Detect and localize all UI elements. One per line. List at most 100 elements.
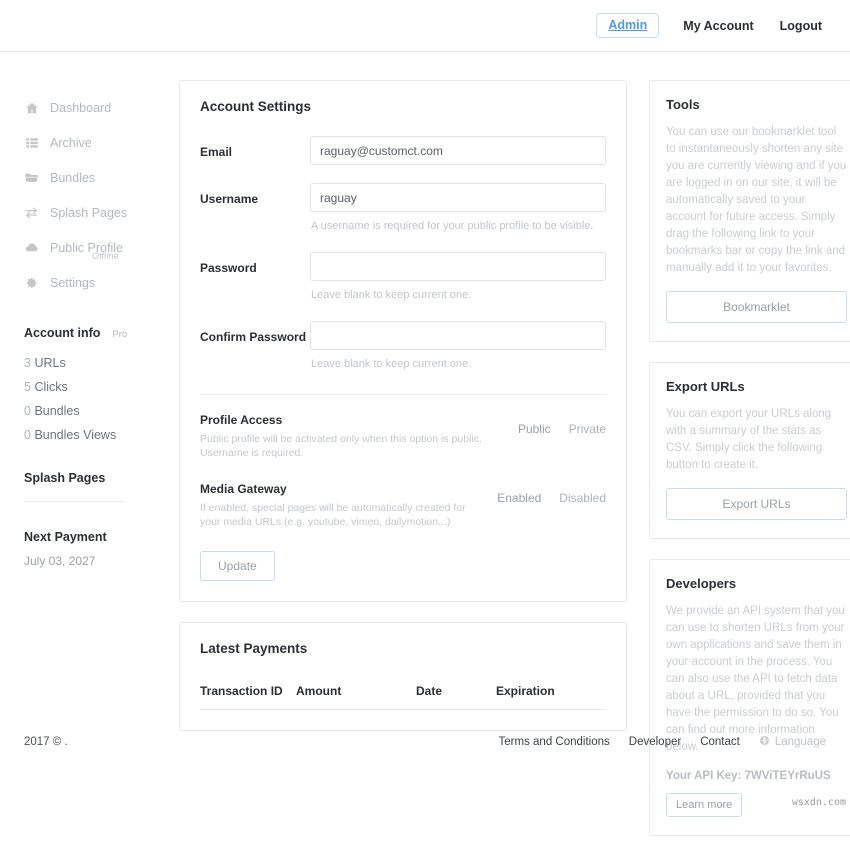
- left-sidebar: Dashboard Archive Bundles Splash Pages P: [24, 80, 154, 568]
- stat-bundles: 0 Bundles: [24, 399, 154, 423]
- sidebar-item-dashboard[interactable]: Dashboard: [24, 90, 154, 125]
- page-title: Account Settings: [200, 99, 312, 114]
- pro-badge: Pro: [112, 329, 128, 340]
- column-transaction-id: Transaction ID: [200, 678, 296, 710]
- admin-button[interactable]: Admin: [596, 12, 660, 39]
- export-urls-button[interactable]: Export URLs: [666, 488, 847, 520]
- tools-card: Tools You can use our bookmarklet tool t…: [649, 80, 850, 342]
- language-label: Language: [774, 736, 826, 748]
- folder-icon: [24, 170, 39, 185]
- stat-value: 5: [24, 380, 31, 394]
- table-header-row: Transaction ID Amount Date Expiration: [200, 678, 606, 710]
- my-account-link[interactable]: My Account: [681, 14, 755, 38]
- list-icon: [24, 135, 39, 150]
- sidebar-item-archive[interactable]: Archive: [24, 125, 154, 160]
- confirm-password-label: Confirm Password: [200, 330, 307, 344]
- confirm-password-row: Confirm Password Leave blank to keep cur…: [200, 321, 606, 372]
- profile-access-desc: Public profile will be activated only wh…: [200, 433, 482, 459]
- bookmarklet-button[interactable]: Bookmarklet: [666, 291, 847, 323]
- profile-access-title: Profile Access: [200, 413, 283, 427]
- stat-clicks: 5 Clicks: [24, 375, 154, 399]
- username-label: Username: [200, 192, 259, 206]
- username-field[interactable]: [310, 183, 606, 212]
- footer: 2017 © . Terms and Conditions Developer …: [0, 735, 850, 749]
- sidebar-item-label: Archive: [50, 135, 92, 150]
- latest-payments-card: Latest Payments Transaction ID Amount Da…: [179, 622, 627, 731]
- copyright-text: 2017 © .: [24, 736, 68, 748]
- email-label: Email: [200, 145, 233, 159]
- sidebar-item-bundles[interactable]: Bundles: [24, 160, 154, 195]
- media-gateway-enabled-option[interactable]: Enabled: [497, 491, 541, 505]
- media-gateway-disabled-option[interactable]: Disabled: [559, 491, 606, 505]
- confirm-password-field[interactable]: [310, 321, 606, 350]
- latest-payments-title: Latest Payments: [200, 641, 308, 656]
- sidebar-splash-pages-title: Splash Pages: [24, 471, 106, 485]
- update-button[interactable]: Update: [200, 551, 275, 581]
- export-urls-card: Export URLs You can export your URLs alo…: [649, 362, 850, 539]
- sidebar-item-label: Splash Pages: [50, 205, 128, 220]
- stat-label: Clicks: [34, 380, 68, 394]
- stat-label: URLs: [34, 356, 66, 370]
- cloud-icon: [24, 240, 39, 255]
- password-row: Password Leave blank to keep current one…: [200, 252, 606, 303]
- confirm-password-hint: Leave blank to keep current one.: [311, 358, 472, 370]
- export-urls-title: Export URLs: [666, 379, 745, 394]
- account-info-heading: Account info Pro: [24, 326, 154, 340]
- developers-body: We provide an API system that you can us…: [666, 605, 845, 753]
- developers-card: Developers We provide an API system that…: [649, 559, 850, 836]
- profile-access-public-option[interactable]: Public: [518, 422, 551, 436]
- password-field[interactable]: [310, 252, 606, 281]
- footer-link-terms[interactable]: Terms and Conditions: [499, 736, 610, 748]
- profile-access-toggle: Public Private: [518, 413, 606, 436]
- column-date: Date: [416, 678, 496, 710]
- account-info-block: Account info Pro 3 URLs 5 Clicks 0 Bundl…: [24, 326, 154, 568]
- sidebar-item-label: Bundles: [50, 170, 96, 185]
- stat-bundles-views: 0 Bundles Views: [24, 423, 154, 447]
- tools-title: Tools: [666, 97, 700, 112]
- developers-title: Developers: [666, 576, 737, 591]
- password-hint: Leave blank to keep current one.: [311, 289, 472, 301]
- sidebar-item-label: Settings: [50, 275, 96, 290]
- exchange-icon: [24, 205, 39, 220]
- globe-icon: [759, 735, 770, 749]
- tools-body: You can use our bookmarklet tool to inst…: [666, 126, 847, 274]
- next-payment-title: Next Payment: [24, 530, 107, 544]
- username-row: Username A username is required for your…: [200, 183, 606, 234]
- email-field[interactable]: [310, 136, 606, 165]
- export-urls-body: You can export your URLs along with a su…: [666, 408, 832, 471]
- language-selector[interactable]: Language: [759, 735, 826, 749]
- stat-value: 0: [24, 428, 31, 442]
- media-gateway-row: Media Gateway If enabled, special pages …: [200, 482, 606, 529]
- form-divider: [200, 394, 606, 395]
- stat-label: Bundles Views: [34, 428, 117, 442]
- gear-icon: [24, 275, 39, 290]
- profile-access-row: Profile Access Public profile will be ac…: [200, 413, 606, 460]
- public-profile-status: Offline: [92, 251, 119, 261]
- media-gateway-toggle: Enabled Disabled: [497, 482, 606, 505]
- home-icon: [24, 100, 39, 115]
- footer-link-developer[interactable]: Developer: [629, 736, 681, 748]
- column-amount: Amount: [296, 678, 416, 710]
- footer-link-contact[interactable]: Contact: [700, 736, 740, 748]
- learn-more-button[interactable]: Learn more: [666, 793, 743, 817]
- stat-urls: 3 URLs: [24, 351, 154, 375]
- main-column: Account Settings Email Username A userna…: [179, 80, 627, 731]
- top-nav: Admin My Account Logout: [596, 12, 824, 39]
- next-payment-date: July 03, 2027: [24, 554, 96, 568]
- password-label: Password: [200, 261, 257, 275]
- footer-links: Terms and Conditions Developer Contact L…: [499, 735, 826, 749]
- account-settings-card: Account Settings Email Username A userna…: [179, 80, 627, 602]
- watermark: wsxdn.com: [791, 797, 846, 808]
- sidebar-item-splash-pages[interactable]: Splash Pages: [24, 195, 154, 230]
- email-row: Email: [200, 136, 606, 165]
- media-gateway-desc: If enabled, special pages will be automa…: [200, 502, 466, 528]
- sidebar-item-settings[interactable]: Settings: [24, 265, 154, 300]
- media-gateway-title: Media Gateway: [200, 482, 287, 496]
- stat-label: Bundles: [34, 404, 80, 418]
- sidebar-divider: [24, 501, 124, 502]
- sidebar-item-public-profile[interactable]: Public Profile Offline: [24, 230, 154, 265]
- profile-access-private-option[interactable]: Private: [569, 422, 606, 436]
- logout-link[interactable]: Logout: [778, 14, 824, 38]
- api-key-text: Your API Key: 7WViTEYrRuUS: [666, 770, 831, 782]
- top-bar: Admin My Account Logout: [0, 0, 850, 52]
